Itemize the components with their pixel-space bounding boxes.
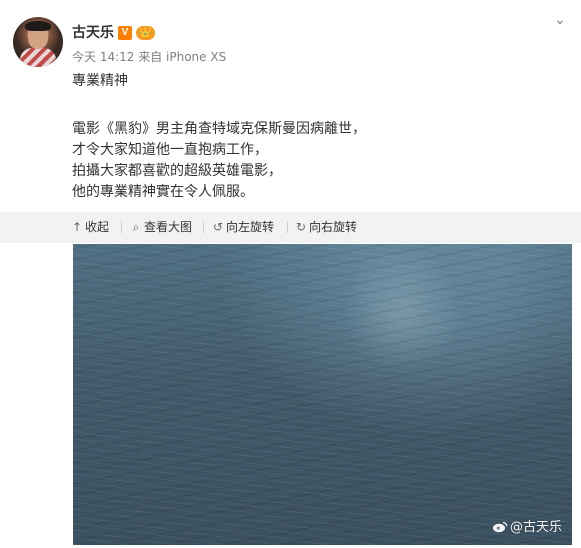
content-line: 電影《黑豹》男主角查特域克保斯曼因病離世， xyxy=(72,121,366,137)
toolbar-divider xyxy=(121,221,122,233)
author-name[interactable]: 古天乐 xyxy=(72,25,114,41)
post-title: 專業精神 xyxy=(72,73,128,89)
post-content: 電影《黑豹》男主角查特域克保斯曼因病離世， 才令大家知道他一直抱病工作， 拍攝大… xyxy=(72,119,562,203)
rotate-right-button[interactable]: ↻ 向右旋转 xyxy=(296,220,357,234)
rotate-right-icon: ↻ xyxy=(296,220,307,234)
view-large-label: 查看大图 xyxy=(144,220,193,234)
water-ripples xyxy=(73,244,572,545)
view-large-button[interactable]: ⌕ 查看大图 xyxy=(131,220,192,234)
post-image[interactable]: @古天乐 xyxy=(73,244,572,545)
avatar-shirt xyxy=(20,48,56,67)
verified-icon: V xyxy=(118,26,132,40)
avatar[interactable] xyxy=(13,17,63,67)
search-icon: ⌕ xyxy=(132,220,140,234)
toolbar-divider xyxy=(203,221,204,233)
toolbar-divider xyxy=(287,221,288,233)
vip-badge-icon: 👑 xyxy=(136,26,155,40)
collapse-label: 收起 xyxy=(85,220,110,234)
rotate-left-button[interactable]: ↺ 向左旋转 xyxy=(213,220,274,234)
collapse-button[interactable]: ↑ 收起 xyxy=(72,220,109,234)
chevron-down-icon[interactable]: ⌄ xyxy=(554,13,566,27)
watermark-text: @古天乐 xyxy=(509,520,562,535)
weibo-logo-icon xyxy=(492,521,508,533)
post-meta: 今天 14:12 来自 iPhone XS xyxy=(72,50,227,64)
content-line: 才令大家知道他一直抱病工作， xyxy=(72,142,268,158)
rotate-left-icon: ↺ xyxy=(213,220,224,234)
avatar-hair xyxy=(25,21,51,31)
content-line: 他的專業精神實在令人佩服。 xyxy=(72,184,254,200)
collapse-icon: ↑ xyxy=(72,220,83,234)
weibo-post-card: 古天乐 V 👑 今天 14:12 来自 iPhone XS ⌄ 專業精神 電影《… xyxy=(0,0,581,548)
image-toolbar: ↑ 收起 ⌕ 查看大图 ↺ 向左旋转 ↻ 向右旋转 xyxy=(0,212,581,243)
rotate-right-label: 向右旋转 xyxy=(309,220,358,234)
content-line: 拍攝大家都喜歡的超級英雄電影， xyxy=(72,163,282,179)
image-watermark: @古天乐 xyxy=(492,520,562,536)
rotate-left-label: 向左旋转 xyxy=(226,220,275,234)
